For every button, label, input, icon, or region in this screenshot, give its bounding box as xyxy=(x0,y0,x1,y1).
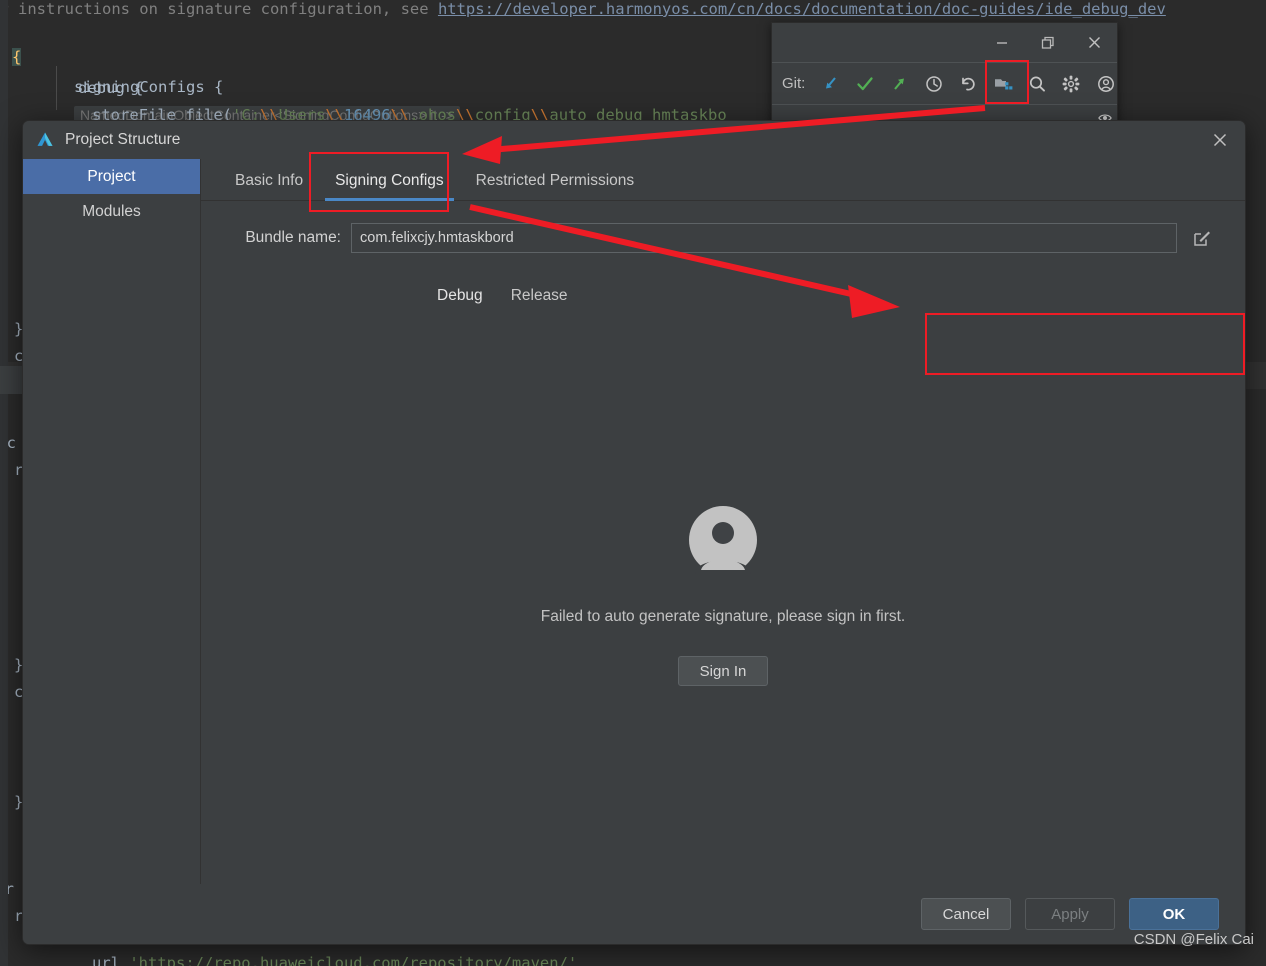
dialog-title: Project Structure xyxy=(65,131,181,148)
dialog-close-icon[interactable] xyxy=(1195,121,1245,159)
apply-button-label: Apply xyxy=(1051,905,1089,923)
bundle-name-input[interactable] xyxy=(351,223,1177,253)
sign-in-button[interactable]: Sign In xyxy=(678,656,768,686)
apply-button[interactable]: Apply xyxy=(1025,898,1115,930)
sidebar-item-label: Project xyxy=(87,167,136,185)
close-icon[interactable] xyxy=(1071,24,1117,62)
git-push-icon[interactable] xyxy=(888,72,910,96)
tab-basic-info[interactable]: Basic Info xyxy=(219,172,319,200)
deveco-logo-icon xyxy=(37,132,53,146)
editor-gutter-marker xyxy=(0,366,22,394)
cancel-button[interactable]: Cancel xyxy=(921,898,1011,930)
ok-button-label: OK xyxy=(1162,905,1186,923)
git-update-icon[interactable] xyxy=(819,72,841,96)
git-commit-icon[interactable] xyxy=(854,72,876,96)
bundle-name-label: Bundle name: xyxy=(245,229,341,246)
sidebar-item-project[interactable]: Project xyxy=(23,159,200,194)
code-line-comment: or instructions on signature configurati… xyxy=(0,0,1166,18)
sidebar-item-label: Modules xyxy=(82,202,141,220)
screen-root: or instructions on signature configurati… xyxy=(0,0,1266,966)
git-label: Git: xyxy=(782,75,806,92)
search-icon[interactable] xyxy=(1026,72,1048,96)
code-line-debug: debug { xyxy=(78,79,144,97)
edit-pencil-icon[interactable] xyxy=(1185,223,1219,253)
editor-left-strip xyxy=(0,0,8,966)
user-avatar-icon xyxy=(689,506,757,574)
restore-icon[interactable] xyxy=(1025,24,1071,62)
dialog-sidebar: Project Modules xyxy=(23,159,201,944)
dialog-tabs: Basic Info Signing Configs Restricted Pe… xyxy=(201,159,1245,201)
dialog-titlebar: Project Structure xyxy=(23,121,1245,159)
project-structure-dialog: Project Structure Project Modules Basic … xyxy=(22,120,1246,945)
tab-signing-configs[interactable]: Signing Configs xyxy=(319,172,460,201)
tab-restricted-permissions[interactable]: Restricted Permissions xyxy=(460,172,651,200)
project-structure-icon[interactable] xyxy=(991,72,1013,96)
sign-in-panel: Failed to auto generate signature, pleas… xyxy=(201,304,1245,886)
git-history-icon[interactable] xyxy=(923,72,945,96)
sub-tab-label: Debug xyxy=(437,287,483,304)
tab-label: Restricted Permissions xyxy=(475,172,635,189)
doc-link[interactable]: https://developer.harmonyos.com/cn/docs/… xyxy=(438,0,1166,18)
watermark: CSDN @Felix Cai xyxy=(1133,931,1254,948)
sign-in-button-label: Sign In xyxy=(699,662,747,680)
ok-button[interactable]: OK xyxy=(1129,898,1219,930)
sidebar-item-modules[interactable]: Modules xyxy=(23,194,200,229)
gear-icon[interactable] xyxy=(1060,72,1082,96)
git-window-titlebar xyxy=(772,23,1117,63)
git-rollback-icon[interactable] xyxy=(957,72,979,96)
code-line-repo-url: url 'https://repo.huaweicloud.com/reposi… xyxy=(92,954,578,966)
dialog-footer: Cancel Apply OK xyxy=(23,884,1245,944)
bundle-name-row: Bundle name: xyxy=(201,201,1245,253)
cancel-button-label: Cancel xyxy=(942,905,990,923)
sub-tab-label: Release xyxy=(510,287,568,304)
account-icon[interactable] xyxy=(1095,72,1117,96)
git-toolbar: Git: xyxy=(772,63,1117,105)
tab-label: Signing Configs xyxy=(335,172,444,189)
tab-label: Basic Info xyxy=(235,172,304,189)
minimize-icon[interactable] xyxy=(979,24,1025,62)
sign-in-message: Failed to auto generate signature, pleas… xyxy=(540,608,906,625)
